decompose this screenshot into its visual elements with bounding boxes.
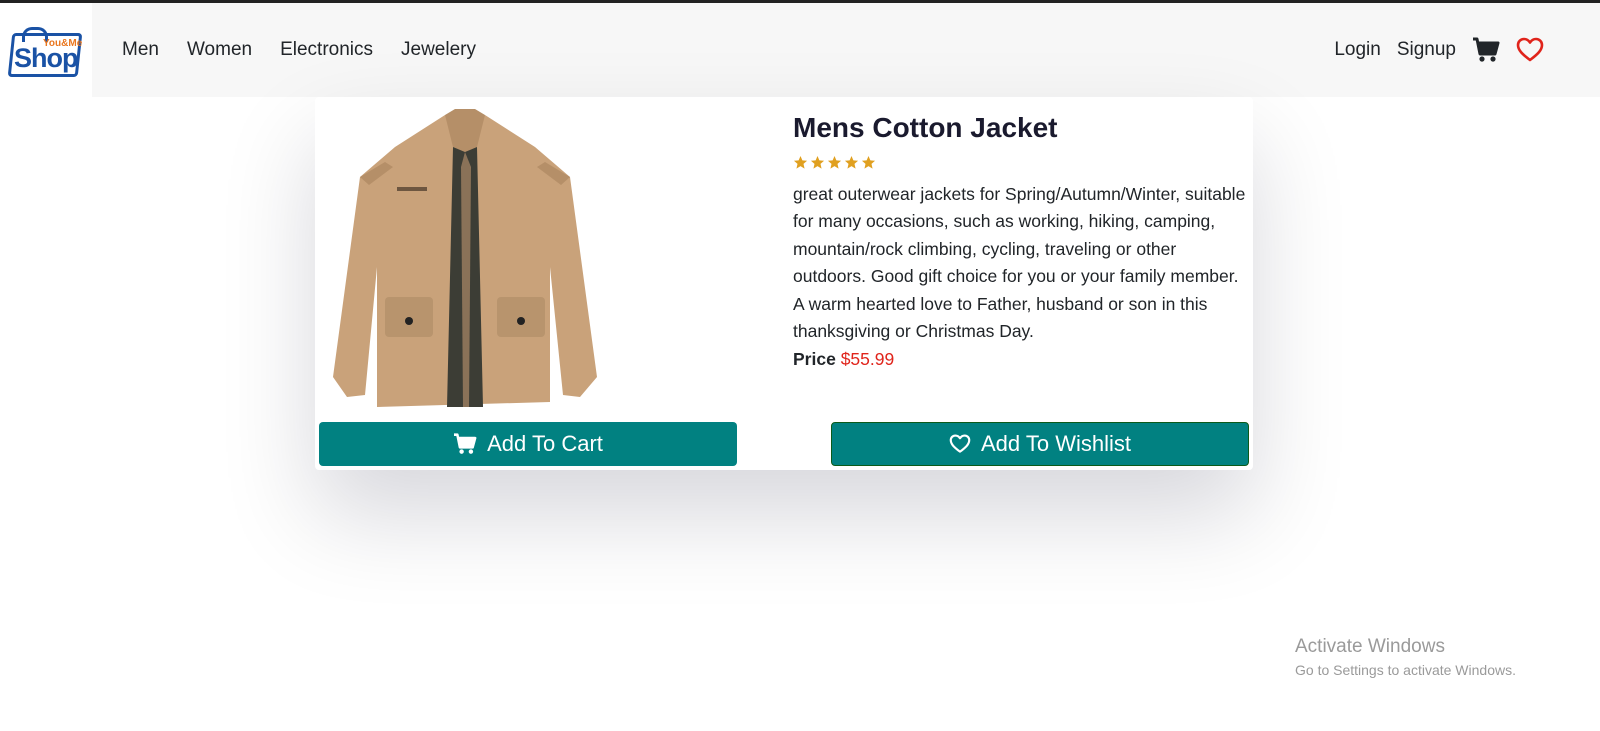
heart-icon — [949, 434, 971, 453]
cart-icon — [454, 433, 477, 454]
star-icon — [827, 155, 842, 169]
logo-main-text: Shop — [14, 43, 78, 73]
add-to-wishlist-label: Add To Wishlist — [981, 431, 1131, 456]
nav-links: Men Women Electronics Jewelery — [122, 3, 476, 97]
add-to-cart-button[interactable]: Add To Cart — [319, 422, 737, 466]
product-image[interactable] — [325, 107, 605, 411]
nav-link-jewelery[interactable]: Jewelery — [401, 39, 476, 61]
product-info: Mens Cotton Jacket great outerwear jacke… — [793, 111, 1248, 373]
nav-link-women[interactable]: Women — [187, 39, 252, 61]
activate-windows-watermark: Activate Windows Go to Settings to activ… — [1295, 636, 1516, 678]
star-icon — [810, 155, 825, 169]
product-description: great outerwear jackets for Spring/Autum… — [793, 183, 1246, 342]
rating-stars — [793, 155, 1248, 173]
cart-icon[interactable] — [1472, 37, 1500, 63]
login-link[interactable]: Login — [1334, 39, 1381, 61]
star-icon — [793, 155, 808, 169]
product-title: Mens Cotton Jacket — [793, 112, 1058, 143]
navbar: You&Me Shop Men Women Electronics Jewele… — [0, 3, 1600, 97]
add-to-wishlist-button[interactable]: Add To Wishlist — [831, 422, 1249, 466]
star-icon — [844, 155, 859, 169]
price-row: Price $55.99 — [793, 346, 1248, 374]
heart-icon[interactable] — [1516, 37, 1544, 63]
watermark-subtitle: Go to Settings to activate Windows. — [1295, 662, 1516, 678]
price-label: Price — [793, 348, 836, 369]
logo[interactable]: You&Me Shop — [0, 3, 92, 97]
nav-actions: Login Signup — [1334, 3, 1544, 97]
nav-link-men[interactable]: Men — [122, 39, 159, 61]
watermark-title: Activate Windows — [1295, 636, 1445, 657]
product-card: Mens Cotton Jacket great outerwear jacke… — [315, 97, 1253, 470]
price-value: $55.99 — [840, 348, 895, 369]
star-icon — [861, 155, 876, 169]
nav-link-electronics[interactable]: Electronics — [280, 39, 373, 61]
add-to-cart-label: Add To Cart — [487, 431, 603, 456]
signup-link[interactable]: Signup — [1397, 39, 1456, 61]
